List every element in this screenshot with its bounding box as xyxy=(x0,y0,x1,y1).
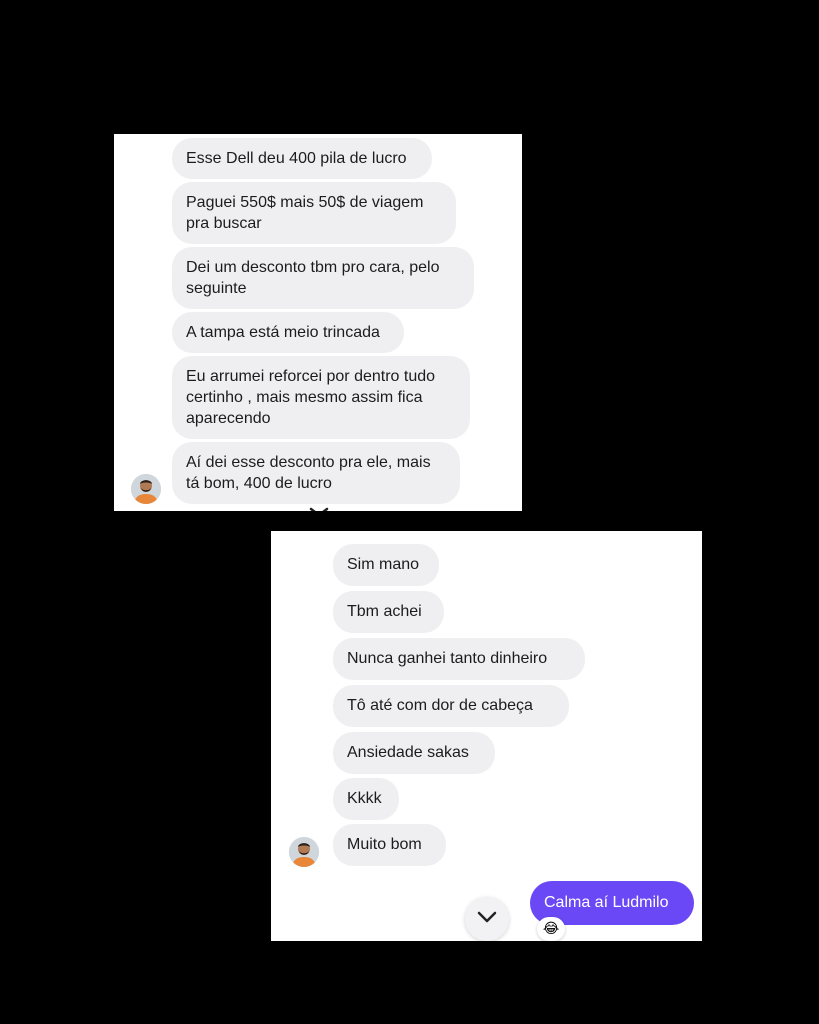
message-text: Tô até com dor de cabeça xyxy=(347,697,533,714)
message-text: tá bom, 400 de lucro xyxy=(186,475,332,492)
message-text: Eu arrumei reforcei por dentro tudo xyxy=(186,368,436,385)
message-text: aparecendo xyxy=(186,410,271,427)
message-text: Tbm achei xyxy=(347,603,422,620)
message-text: Muito bom xyxy=(347,836,422,853)
message-bubble[interactable]: Dei um desconto tbm pro cara, pelo segui… xyxy=(172,247,474,309)
sent-message-text: Calma aí Ludmilo xyxy=(544,894,669,911)
message-bubble[interactable]: Esse Dell deu 400 pila de lucro xyxy=(172,138,432,179)
message-bubble[interactable]: Aí dei esse desconto pra ele, mais tá bo… xyxy=(172,442,460,504)
message-text: Dei um desconto tbm pro cara, pelo xyxy=(186,259,440,276)
message-text: Nunca ganhei tanto dinheiro xyxy=(347,650,548,667)
message-text: pra buscar xyxy=(186,215,262,232)
message-text: Sim mano xyxy=(347,556,420,573)
message-text: seguinte xyxy=(186,280,247,297)
message-bubble[interactable]: Tbm achei xyxy=(333,591,444,633)
message-bubble[interactable]: Nunca ganhei tanto dinheiro xyxy=(333,638,585,680)
message-bubble[interactable]: Paguei 550$ mais 50$ de viagem pra busca… xyxy=(172,182,456,244)
laughing-reaction-icon[interactable]: 😂 xyxy=(537,917,565,941)
chat-screenshot-top: Esse Dell deu 400 pila de lucro Paguei 5… xyxy=(114,134,522,511)
message-text: A tampa está meio trincada xyxy=(186,324,380,341)
message-text: Ansiedade sakas xyxy=(347,744,469,761)
chevron-down-icon[interactable] xyxy=(308,504,330,511)
message-bubble[interactable]: Muito bom xyxy=(333,824,446,866)
message-bubble[interactable]: Ansiedade sakas xyxy=(333,732,495,774)
message-bubble[interactable]: Kkkk xyxy=(333,778,399,820)
chat-screenshot-bottom: Sim mano Tbm achei Nunca ganhei tanto di… xyxy=(271,531,702,941)
user-avatar-icon[interactable] xyxy=(131,474,161,504)
reaction-emoji: 😂 xyxy=(542,921,560,937)
message-bubble[interactable]: A tampa está meio trincada xyxy=(172,312,404,353)
message-text: Esse Dell deu 400 pila de lucro xyxy=(186,150,407,167)
message-text: Paguei 550$ mais 50$ de viagem xyxy=(186,194,424,211)
scroll-to-bottom-button[interactable] xyxy=(465,897,509,941)
chevron-down-icon xyxy=(476,910,498,928)
message-bubble[interactable]: Sim mano xyxy=(333,544,439,586)
message-bubble[interactable]: Eu arrumei reforcei por dentro tudo cert… xyxy=(172,356,470,439)
user-avatar-icon[interactable] xyxy=(289,837,319,867)
message-text: Aí dei esse desconto pra ele, mais xyxy=(186,454,431,471)
message-text: certinho , mais mesmo assim fica xyxy=(186,389,423,406)
message-bubble[interactable]: Tô até com dor de cabeça xyxy=(333,685,569,727)
message-text: Kkkk xyxy=(347,790,382,807)
